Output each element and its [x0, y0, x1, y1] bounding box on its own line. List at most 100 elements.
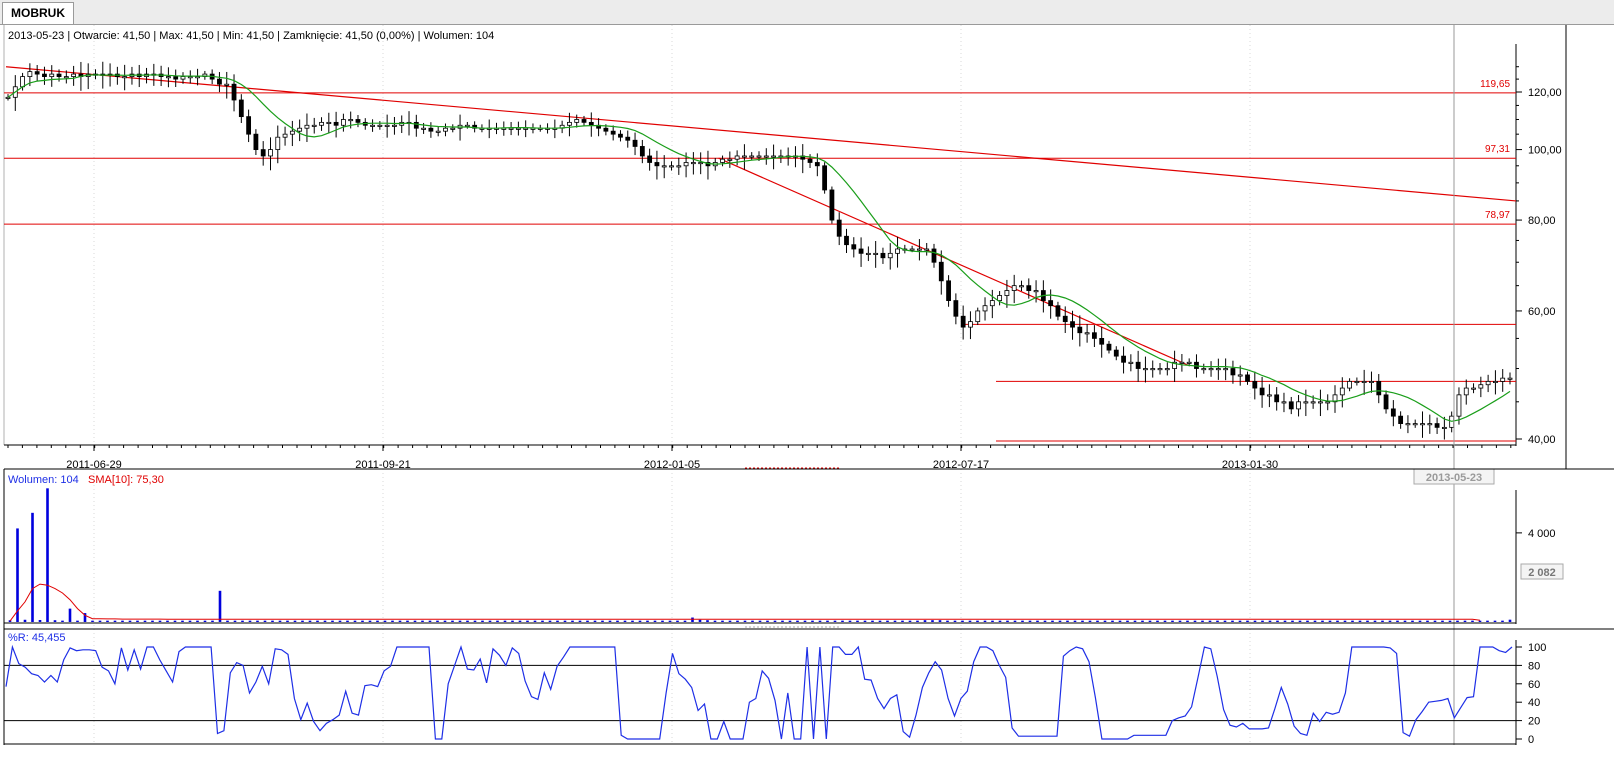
candle [1303, 389, 1309, 417]
volume-bar [901, 620, 904, 622]
candle [508, 122, 514, 136]
volume-bar [113, 620, 117, 622]
volume-bar [458, 620, 462, 622]
volume-bar [923, 620, 927, 622]
volume-bar [398, 620, 402, 622]
candle [1376, 374, 1382, 404]
candle [195, 68, 200, 86]
wr-tick-label: 60 [1528, 679, 1540, 691]
candle [1478, 376, 1484, 398]
level-label-2: 78,97 [1485, 210, 1510, 221]
volume-bar [1231, 620, 1234, 622]
volume-bar [241, 620, 244, 622]
candle [946, 275, 951, 307]
volume-bar [1433, 620, 1437, 622]
volume-bar [278, 620, 282, 622]
candle [523, 120, 529, 138]
candle [851, 237, 857, 258]
info-volume: Wolumen: 104 [424, 30, 495, 42]
volume-bar [931, 620, 934, 622]
volume-bar [983, 620, 987, 622]
candle [720, 155, 725, 167]
volume-bar [1328, 620, 1332, 622]
volume-bar [316, 620, 319, 622]
candle [289, 120, 295, 147]
volume-bar [1358, 620, 1362, 622]
volume-bar [751, 620, 754, 622]
candle [253, 129, 259, 156]
volume-bar [1396, 620, 1399, 622]
candle [158, 65, 164, 87]
volume-bar [571, 620, 574, 622]
candle [1223, 358, 1229, 381]
candle [1420, 411, 1425, 438]
candle [1252, 371, 1258, 400]
candle [304, 113, 310, 142]
info-min: Min: 41,50 [223, 30, 274, 42]
candle [734, 150, 740, 166]
candle [1449, 411, 1455, 433]
volume-bar [451, 620, 454, 622]
chart-grid [93, 25, 1251, 745]
volume-bar [788, 620, 792, 622]
volume-bar [323, 620, 327, 622]
candle [1361, 369, 1367, 395]
volume-bar [466, 620, 469, 622]
volume-bar [1186, 620, 1189, 622]
candle [1208, 361, 1214, 377]
volume-bar [668, 620, 672, 622]
price-axis-ticks: 40,00 60,00 80,00 100,00 120,00 [1516, 66, 1562, 446]
candle [486, 119, 492, 139]
candle [865, 246, 871, 262]
volume-bar [53, 620, 57, 622]
volume-bar [548, 620, 552, 622]
stock-chart[interactable]: 119,65 97,31 78,97 40,00 60,00 80,00 100,00 12… [0, 0, 1614, 769]
volume-bar [886, 620, 889, 622]
candle [1077, 315, 1083, 347]
volume-bar [233, 620, 237, 622]
candle [654, 150, 660, 180]
level-label-1: 97,31 [1485, 144, 1510, 155]
candle [844, 228, 849, 254]
volume-bar [503, 620, 507, 622]
candle [5, 94, 11, 101]
volume-bar [308, 620, 312, 622]
candle [1296, 395, 1301, 417]
volume-bar [1216, 620, 1219, 622]
volume-bar [383, 620, 387, 622]
candle [297, 119, 303, 142]
volume-bar [136, 620, 139, 622]
candle [1318, 389, 1323, 417]
volume-bar [121, 620, 124, 622]
candle [618, 130, 623, 142]
volume-bar [143, 620, 147, 622]
candle [501, 121, 507, 136]
candle [443, 123, 448, 137]
volume-bar [38, 619, 42, 622]
volume-bar [646, 620, 649, 622]
wr-tick-label: 100 [1528, 642, 1546, 654]
volume-bar [826, 620, 829, 622]
volume-bar [1508, 619, 1512, 622]
candle [515, 121, 521, 136]
volume-bar [683, 620, 687, 622]
volume-bar [203, 620, 207, 622]
volume-bar [166, 620, 169, 622]
candle [1427, 414, 1433, 434]
volume-bar [368, 620, 372, 622]
info-date: 2013-05-23 [8, 30, 64, 42]
volume-bar [331, 620, 334, 622]
candle [1019, 280, 1024, 292]
volume-bar [916, 620, 919, 622]
candle [698, 152, 704, 175]
volume-bar [436, 620, 439, 622]
volume-bar [98, 620, 102, 622]
volume-bar [661, 620, 664, 622]
candle [647, 148, 653, 171]
candle [275, 125, 281, 164]
candle [1441, 416, 1447, 440]
volume-bar [1403, 620, 1407, 622]
volume-bar [1081, 620, 1084, 622]
volume-bar [391, 620, 394, 622]
volume-bar [68, 608, 72, 622]
